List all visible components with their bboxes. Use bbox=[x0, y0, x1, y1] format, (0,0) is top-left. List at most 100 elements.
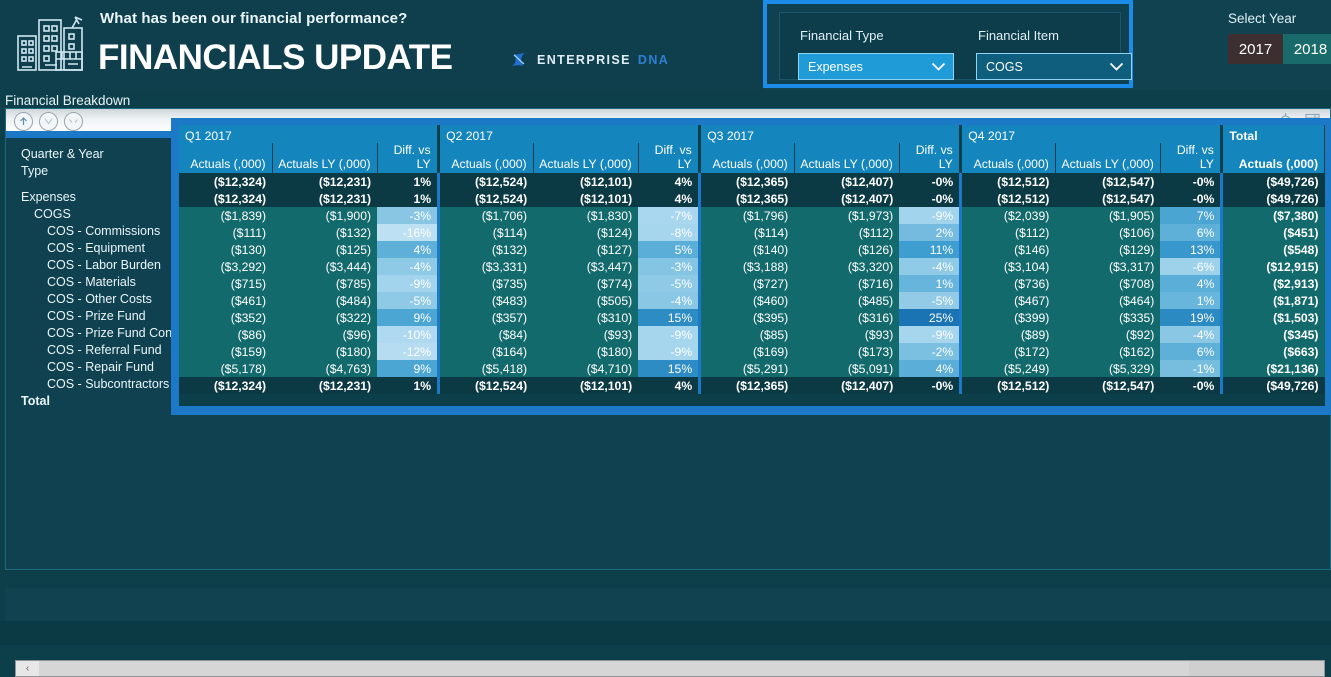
matrix-cell[interactable]: ($180) bbox=[533, 343, 639, 360]
matrix-cell[interactable]: ($93) bbox=[794, 326, 900, 343]
matrix-cell[interactable]: ($173) bbox=[794, 343, 900, 360]
matrix-cell[interactable]: 4% bbox=[377, 241, 438, 258]
table-row[interactable]: ($3,292) ($3,444) -4% ($3,331) ($3,447) -3% ($… bbox=[179, 258, 1325, 275]
matrix-cell[interactable]: ($310) bbox=[533, 309, 639, 326]
matrix-cell[interactable]: ($106) bbox=[1055, 224, 1161, 241]
matrix-quarter-header[interactable]: Q3 2017 bbox=[701, 125, 960, 143]
matrix-cell[interactable]: -3% bbox=[638, 258, 699, 275]
matrix-row-label[interactable]: COS - Labor Burden bbox=[12, 257, 182, 274]
matrix-cell[interactable]: ($484) bbox=[272, 292, 378, 309]
matrix-cell[interactable]: ($12,524) bbox=[440, 190, 534, 207]
matrix-cell[interactable]: ($127) bbox=[533, 241, 639, 258]
matrix-cell[interactable]: 9% bbox=[377, 360, 438, 377]
matrix-cell[interactable]: -0% bbox=[899, 377, 960, 394]
matrix-cell[interactable]: ($132) bbox=[272, 224, 378, 241]
matrix-cell[interactable]: -0% bbox=[1160, 377, 1221, 394]
matrix-cell[interactable]: 4% bbox=[1160, 275, 1221, 292]
matrix-cell[interactable]: -0% bbox=[899, 173, 960, 190]
matrix-cell[interactable]: ($12,915) bbox=[1223, 258, 1325, 275]
matrix-cell[interactable]: -4% bbox=[899, 258, 960, 275]
matrix-cell[interactable]: ($2,913) bbox=[1223, 275, 1325, 292]
matrix-quarter-header[interactable]: Total bbox=[1223, 125, 1326, 143]
matrix-cell[interactable]: ($96) bbox=[272, 326, 378, 343]
matrix-cell[interactable]: ($735) bbox=[440, 275, 534, 292]
matrix-cell[interactable]: ($124) bbox=[533, 224, 639, 241]
matrix-cell[interactable]: ($5,178) bbox=[179, 360, 273, 377]
matrix-cell[interactable]: ($3,317) bbox=[1055, 258, 1161, 275]
matrix-cell[interactable]: ($49,726) bbox=[1223, 377, 1325, 394]
matrix-cell[interactable]: -9% bbox=[638, 343, 699, 360]
matrix-cell[interactable]: ($785) bbox=[272, 275, 378, 292]
matrix-cell[interactable]: ($335) bbox=[1055, 309, 1161, 326]
matrix-cell[interactable]: ($12,101) bbox=[533, 377, 639, 394]
matrix-cell[interactable]: ($146) bbox=[962, 241, 1056, 258]
matrix-cell[interactable]: 1% bbox=[377, 173, 438, 190]
matrix-cell[interactable]: ($125) bbox=[272, 241, 378, 258]
table-row[interactable]: ($111) ($132) -16% ($114) ($124) -8% ($114) ($1… bbox=[179, 224, 1325, 241]
matrix-cell[interactable]: ($84) bbox=[440, 326, 534, 343]
matrix-cell[interactable]: -1% bbox=[1160, 360, 1221, 377]
matrix-cell[interactable]: ($114) bbox=[440, 224, 534, 241]
table-row[interactable]: ($352) ($322) 9% ($357) ($310) 15% ($395) ($316… bbox=[179, 309, 1325, 326]
matrix-quarter-header[interactable]: Q4 2017 bbox=[962, 125, 1221, 143]
matrix-cell[interactable]: ($3,444) bbox=[272, 258, 378, 275]
matrix-cell[interactable]: ($112) bbox=[794, 224, 900, 241]
matrix-cell[interactable]: -4% bbox=[377, 258, 438, 275]
matrix-cell[interactable]: ($159) bbox=[179, 343, 273, 360]
matrix-cell[interactable]: 4% bbox=[638, 377, 699, 394]
matrix-cell[interactable]: ($483) bbox=[440, 292, 534, 309]
matrix-cell[interactable]: ($5,291) bbox=[701, 360, 795, 377]
matrix-cell[interactable]: 19% bbox=[1160, 309, 1221, 326]
matrix-cell[interactable]: -10% bbox=[377, 326, 438, 343]
matrix-cell[interactable]: ($169) bbox=[701, 343, 795, 360]
matrix-cell[interactable]: -8% bbox=[638, 224, 699, 241]
matrix-cell[interactable]: ($3,292) bbox=[179, 258, 273, 275]
matrix-row-label[interactable]: COS - Subcontractors bbox=[12, 376, 182, 393]
matrix-cell[interactable]: ($322) bbox=[272, 309, 378, 326]
matrix-cell[interactable]: ($3,447) bbox=[533, 258, 639, 275]
table-row[interactable]: ($86) ($96) -10% ($84) ($93) -9% ($85) ($93) -9%… bbox=[179, 326, 1325, 343]
matrix-cell[interactable]: ($180) bbox=[272, 343, 378, 360]
matrix-cell[interactable]: ($12,365) bbox=[701, 173, 795, 190]
matrix-row-label[interactable]: Expenses bbox=[12, 189, 182, 206]
matrix-cell[interactable]: ($12,231) bbox=[272, 173, 378, 190]
matrix-cell[interactable]: ($12,365) bbox=[701, 190, 795, 207]
matrix-cell[interactable]: ($548) bbox=[1223, 241, 1325, 258]
matrix-cell[interactable]: ($12,407) bbox=[794, 377, 900, 394]
matrix-cell[interactable]: ($395) bbox=[701, 309, 795, 326]
matrix-cell[interactable]: 5% bbox=[638, 241, 699, 258]
matrix-cell[interactable]: ($164) bbox=[440, 343, 534, 360]
expand-icon[interactable] bbox=[64, 112, 83, 131]
matrix-cell[interactable]: ($5,418) bbox=[440, 360, 534, 377]
matrix-cell[interactable]: ($1,706) bbox=[440, 207, 534, 224]
matrix-cell[interactable]: -0% bbox=[1160, 173, 1221, 190]
matrix-cell[interactable]: ($663) bbox=[1223, 343, 1325, 360]
matrix-column-header[interactable]: Actuals (,000) bbox=[701, 143, 795, 173]
matrix-cell[interactable]: ($467) bbox=[962, 292, 1056, 309]
matrix-cell[interactable]: ($49,726) bbox=[1223, 173, 1325, 190]
matrix-cell[interactable]: -4% bbox=[638, 292, 699, 309]
matrix-column-header[interactable]: Actuals LY (,000) bbox=[1055, 143, 1161, 173]
table-row[interactable]: ($715) ($785) -9% ($735) ($774) -5% ($727) ($71… bbox=[179, 275, 1325, 292]
matrix-cell[interactable]: ($505) bbox=[533, 292, 639, 309]
matrix-cell[interactable]: ($3,320) bbox=[794, 258, 900, 275]
table-row[interactable]: ($461) ($484) -5% ($483) ($505) -4% ($460) ($48… bbox=[179, 292, 1325, 309]
matrix-row-label[interactable]: COGS bbox=[12, 206, 182, 223]
matrix-cell[interactable]: ($5,329) bbox=[1055, 360, 1161, 377]
matrix-cell[interactable]: 13% bbox=[1160, 241, 1221, 258]
matrix-cell[interactable]: ($172) bbox=[962, 343, 1056, 360]
matrix-cell[interactable]: ($12,512) bbox=[962, 377, 1056, 394]
matrix-cell[interactable]: 4% bbox=[638, 173, 699, 190]
matrix-cell[interactable]: ($1,973) bbox=[794, 207, 900, 224]
scroll-thumb[interactable] bbox=[39, 661, 1189, 676]
matrix-column-header[interactable]: Actuals LY (,000) bbox=[794, 143, 900, 173]
matrix-cell[interactable]: -2% bbox=[899, 343, 960, 360]
matrix-cell[interactable]: ($3,188) bbox=[701, 258, 795, 275]
matrix-cell[interactable]: ($1,900) bbox=[272, 207, 378, 224]
matrix-cell[interactable]: ($716) bbox=[794, 275, 900, 292]
year-button-2018[interactable]: 2018 bbox=[1283, 34, 1331, 64]
matrix-cell[interactable]: ($464) bbox=[1055, 292, 1161, 309]
matrix-cell[interactable]: 6% bbox=[1160, 343, 1221, 360]
matrix-cell[interactable]: ($774) bbox=[533, 275, 639, 292]
matrix-cell[interactable]: -5% bbox=[899, 292, 960, 309]
